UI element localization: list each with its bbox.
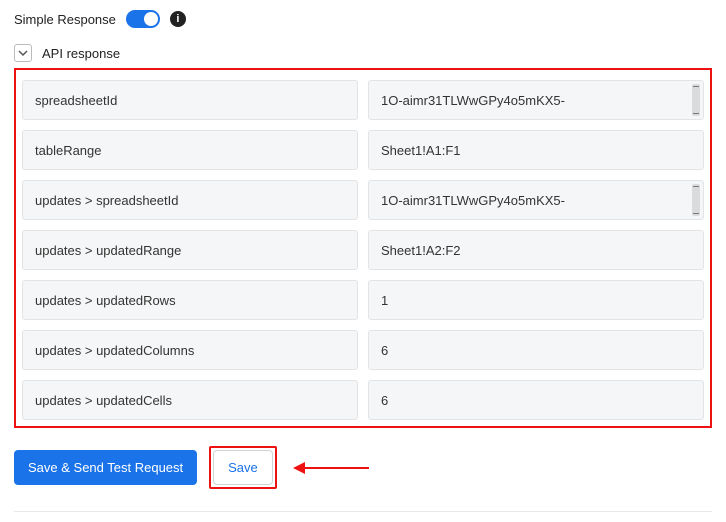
response-key: updates > updatedCells	[22, 380, 358, 420]
response-value[interactable]: 1O-aimr31TLWwGPy4o5mKX5-	[368, 180, 704, 220]
response-value[interactable]: 1O-aimr31TLWwGPy4o5mKX5-	[368, 80, 704, 120]
arrow-annotation	[289, 458, 369, 478]
table-row: updates > updatedColumns6	[22, 330, 704, 370]
table-row: updates > updatedCells6	[22, 380, 704, 420]
simple-response-toggle[interactable]	[126, 10, 160, 28]
table-row: updates > updatedRangeSheet1!A2:F2	[22, 230, 704, 270]
response-key: updates > updatedRows	[22, 280, 358, 320]
chevron-down-icon[interactable]	[14, 44, 32, 62]
response-key: updates > updatedRange	[22, 230, 358, 270]
table-row: spreadsheetId1O-aimr31TLWwGPy4o5mKX5-	[22, 80, 704, 120]
save-send-test-button[interactable]: Save & Send Test Request	[14, 450, 197, 485]
table-row: updates > spreadsheetId1O-aimr31TLWwGPy4…	[22, 180, 704, 220]
api-response-panel: spreadsheetId1O-aimr31TLWwGPy4o5mKX5-tab…	[14, 68, 712, 428]
toggle-knob	[144, 12, 158, 26]
response-value[interactable]: 6	[368, 330, 704, 370]
response-key: spreadsheetId	[22, 80, 358, 120]
response-value[interactable]: Sheet1!A1:F1	[368, 130, 704, 170]
response-value[interactable]: 6	[368, 380, 704, 420]
api-response-title: API response	[42, 46, 120, 61]
response-key: tableRange	[22, 130, 358, 170]
response-key: updates > updatedColumns	[22, 330, 358, 370]
response-value[interactable]: 1	[368, 280, 704, 320]
table-row: tableRangeSheet1!A1:F1	[22, 130, 704, 170]
response-key: updates > spreadsheetId	[22, 180, 358, 220]
save-highlight: Save	[209, 446, 277, 489]
simple-response-label: Simple Response	[14, 12, 116, 27]
response-value[interactable]: Sheet1!A2:F2	[368, 230, 704, 270]
divider	[14, 511, 712, 512]
save-button[interactable]: Save	[213, 450, 273, 485]
table-row: updates > updatedRows1	[22, 280, 704, 320]
info-icon[interactable]: i	[170, 11, 186, 27]
